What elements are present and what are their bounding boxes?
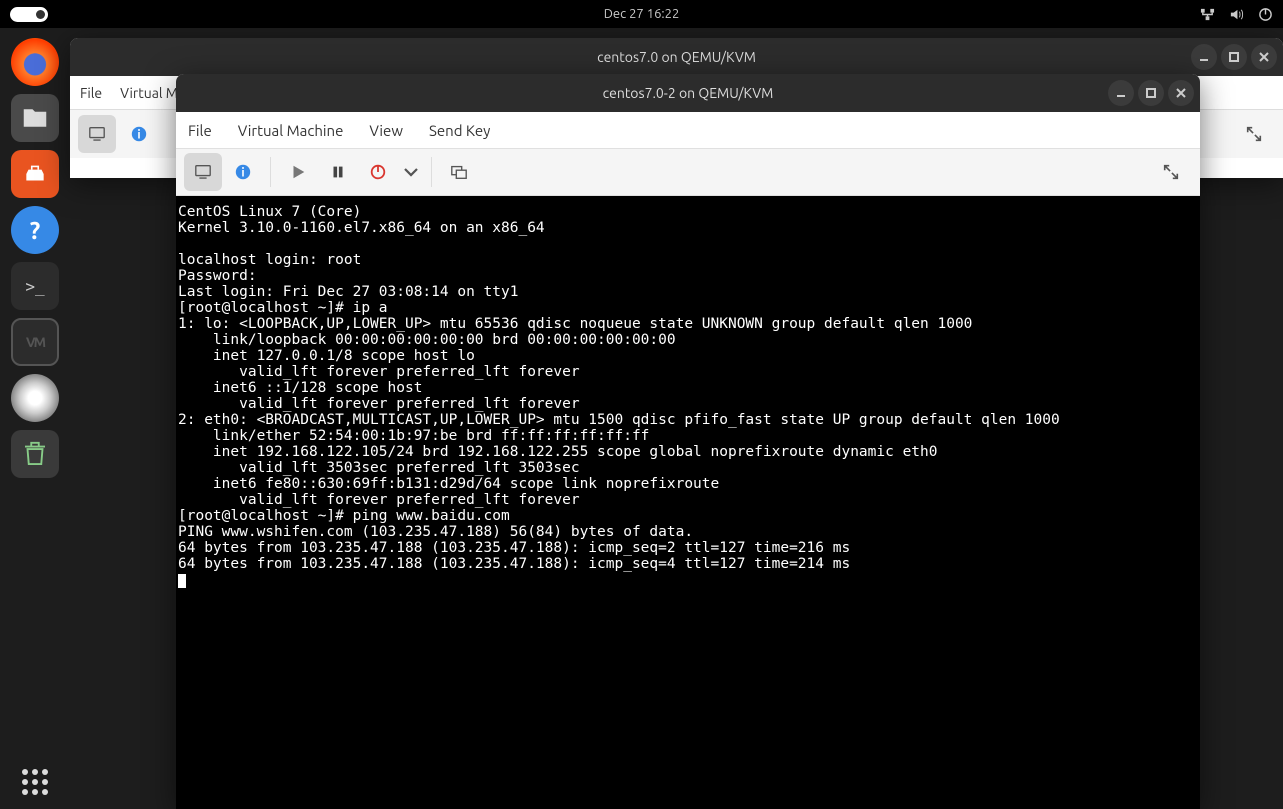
front-menubar: File Virtual Machine View Send Key [176,112,1200,148]
console-button[interactable] [184,153,222,191]
close-button[interactable] [1168,80,1194,106]
separator [270,157,271,187]
power-icon [1258,7,1273,22]
volume-icon [1229,7,1244,22]
separator [431,157,432,187]
maximize-button[interactable] [1138,80,1164,106]
minimize-button[interactable] [1191,44,1217,70]
network-icon [1200,7,1215,22]
maximize-button[interactable] [1221,44,1247,70]
help-icon[interactable]: ? [11,206,59,254]
front-toolbar: i [176,148,1200,196]
menu-virtual-machine[interactable]: Virtual Machine [238,122,344,139]
info-button[interactable]: i [224,153,262,191]
console-button[interactable] [78,115,116,153]
vm-window-front: centos7.0-2 on QEMU/KVM File Virtual Mac… [176,74,1200,809]
dock: ? >_ VM [0,28,70,809]
front-titlebar[interactable]: centos7.0-2 on QEMU/KVM [176,74,1200,112]
trash-icon[interactable] [11,430,59,478]
vm-console[interactable]: CentOS Linux 7 (Core) Kernel 3.10.0-1160… [176,196,1200,809]
show-apps-icon[interactable] [22,769,48,795]
fullscreen-button[interactable] [1235,115,1273,153]
fullscreen-button[interactable] [1152,153,1190,191]
terminal-output: CentOS Linux 7 (Core) Kernel 3.10.0-1160… [178,204,1060,572]
virt-manager-icon[interactable]: VM [11,318,59,366]
front-title: centos7.0-2 on QEMU/KVM [603,85,774,101]
menu-file[interactable]: File [188,122,212,139]
disc-icon[interactable] [11,374,59,422]
svg-text:i: i [241,167,244,180]
cursor [178,574,186,588]
firefox-icon[interactable] [11,38,59,86]
software-center-icon[interactable] [11,150,59,198]
terminal-icon[interactable]: >_ [11,262,59,310]
menu-file[interactable]: File [80,85,102,101]
gnome-topbar: Dec 27 16:22 [0,0,1283,28]
shutdown-button[interactable] [359,153,397,191]
menu-virtual-machine[interactable]: Virtual M [120,85,178,101]
back-title: centos7.0 on QEMU/KVM [597,49,756,65]
close-button[interactable] [1251,44,1277,70]
clock[interactable]: Dec 27 16:22 [604,7,680,21]
snapshots-button[interactable] [440,153,478,191]
pause-button[interactable] [319,153,357,191]
svg-text:i: i [137,129,140,142]
menu-view[interactable]: View [369,122,403,139]
back-titlebar[interactable]: centos7.0 on QEMU/KVM [70,38,1283,76]
run-button[interactable] [279,153,317,191]
minimize-button[interactable] [1108,80,1134,106]
menu-send-key[interactable]: Send Key [429,122,490,139]
system-tray[interactable] [1200,7,1273,22]
info-button[interactable]: i [120,115,158,153]
shutdown-menu-button[interactable] [399,153,423,191]
activities-pill[interactable] [10,7,48,22]
files-icon[interactable] [11,94,59,142]
